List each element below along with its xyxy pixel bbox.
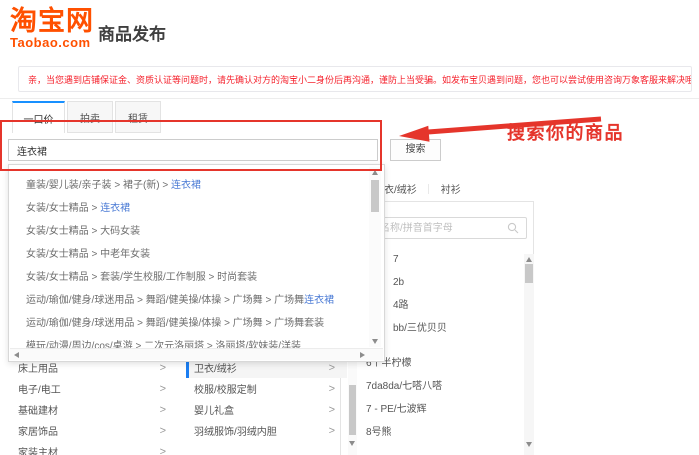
chevron-right-icon: > [329, 383, 335, 395]
brand-item[interactable]: bb/三优贝贝 [366, 317, 516, 340]
category-label: 基础建材 [18, 402, 58, 417]
sub-category-list: 卫衣/绒衫 > 校服/校服定制 > 婴儿礼盒 > 羽绒服饰/羽绒内胆 > [186, 357, 347, 441]
scrollbar-thumb[interactable] [349, 385, 356, 435]
root-category-list: 床上用品 > 电子/电工 > 基础建材 > 家居饰品 > 家装主材 > [18, 357, 175, 455]
root-category-item[interactable]: 家居饰品 > [18, 420, 175, 441]
brand-item[interactable]: 7 - PE/七波辉 [366, 398, 516, 421]
category-label: 羽绒服饰/羽绒内胆 [194, 423, 277, 438]
tab-拍卖[interactable]: 拍卖 [67, 101, 113, 133]
category-label: 家居饰品 [18, 423, 58, 438]
brand-item[interactable]: 8号熊 [366, 421, 516, 444]
tab-label: 租赁 [128, 110, 148, 125]
recent-category-link[interactable]: 衬衫 [441, 185, 461, 196]
scroll-down-icon[interactable] [526, 442, 532, 447]
brand-item[interactable]: 6个半柠檬 [366, 352, 516, 375]
brand-scrollbar[interactable] [524, 254, 534, 455]
tab-label: 一口价 [24, 111, 54, 126]
tab-租赁[interactable]: 租赁 [115, 101, 161, 133]
taobao-logo-cn: 淘宝网 [10, 6, 94, 36]
root-category-item[interactable]: 电子/电工 > [18, 378, 175, 399]
suggestion-path: 模玩/动漫/周边/cos/桌游 > 二次元洛丽塔 > 洛丽塔/软妹装/洋装 [26, 341, 301, 348]
suggestion-item[interactable]: 运动/瑜伽/健身/球迷用品 > 舞蹈/健美操/体操 > 广场舞 > 广场舞连衣裙 [26, 289, 367, 312]
scrollbar-thumb[interactable] [525, 264, 533, 283]
chevron-right-icon: > [160, 362, 166, 374]
taobao-logo: 淘宝网 Taobao.com [10, 6, 94, 50]
root-category-item[interactable]: 家装主材 > [18, 441, 175, 455]
suggestion-item[interactable]: 女装/女士精品 > 连衣裙 [26, 197, 367, 220]
suggestion-item[interactable]: 童装/婴儿装/亲子装 > 裙子(新) > 连衣裙 [26, 174, 367, 197]
brand-item[interactable]: 2b [366, 271, 516, 294]
chevron-right-icon: > [329, 404, 335, 416]
category-label: 婴儿礼盒 [194, 402, 234, 417]
scrollbar-thumb[interactable] [371, 180, 379, 212]
chevron-right-icon: > [329, 425, 335, 437]
search-button[interactable]: 搜索 [390, 139, 441, 161]
scroll-up-icon[interactable] [526, 257, 532, 262]
chevron-right-icon: > [160, 446, 166, 455]
category-label: 校服/校服定制 [194, 381, 257, 396]
pricing-tabs: 一口价 拍卖 租赁 [12, 101, 163, 133]
brand-item[interactable]: 7 [366, 248, 516, 271]
suggestion-keyword: 连衣裙 [304, 295, 334, 306]
suggestion-path: 女装/女士精品 > 中老年女装 [26, 249, 150, 260]
suggestion-item[interactable]: 女装/女士精品 > 大码女装 [26, 220, 367, 243]
page: 淘宝网 Taobao.com 商品发布 亲，当您遇到店铺保证金、资质认证等问题时… [0, 0, 699, 455]
tab-label: 拍卖 [80, 110, 100, 125]
sub-category-item[interactable]: 羽绒服饰/羽绒内胆 > [186, 420, 347, 441]
suggestion-path: 运动/瑜伽/健身/球迷用品 > 舞蹈/健美操/体操 > 广场舞 > 广场舞套装 [26, 318, 324, 329]
recent-separator: ｜ [424, 185, 434, 196]
sub-category-item[interactable]: 校服/校服定制 > [186, 378, 347, 399]
chevron-right-icon: > [329, 362, 335, 374]
category-label: 家装主材 [18, 444, 58, 455]
divider [0, 98, 699, 99]
suggestion-path: 女装/女士精品 > [26, 203, 100, 214]
suggestion-path: 童装/婴儿装/亲子装 > 裙子(新) > [26, 180, 171, 191]
suggestion-item[interactable]: 女装/女士精品 > 中老年女装 [26, 243, 367, 266]
brand-item[interactable]: 4路 [366, 294, 516, 317]
category-label: 卫衣/绒衫 [194, 360, 237, 375]
scroll-left-icon[interactable] [14, 352, 19, 358]
chevron-right-icon: > [160, 404, 166, 416]
suggestion-path: 运动/瑜伽/健身/球迷用品 > 舞蹈/健美操/体操 > 广场舞 > 广场舞 [26, 295, 304, 306]
suggestion-list: 童装/婴儿装/亲子装 > 裙子(新) > 连衣裙女装/女士精品 > 连衣裙女装/… [9, 165, 367, 348]
category-label: 床上用品 [18, 360, 58, 375]
suggestion-keyword: 连衣裙 [100, 203, 130, 214]
suggestion-item[interactable]: 运动/瑜伽/健身/球迷用品 > 舞蹈/健美操/体操 > 广场舞 > 广场舞套装 [26, 312, 367, 335]
scroll-down-icon[interactable] [372, 339, 378, 344]
chevron-right-icon: > [160, 425, 166, 437]
page-title: 商品发布 [98, 20, 166, 45]
taobao-logo-en: Taobao.com [10, 36, 94, 50]
subcategory-scrollbar[interactable] [348, 357, 357, 455]
category-label: 电子/电工 [18, 381, 61, 396]
suggestion-item[interactable]: 女装/女士精品 > 套装/学生校服/工作制服 > 时尚套装 [26, 266, 367, 289]
security-notice-bar: 亲，当您遇到店铺保证金、资质认证等问题时，请先确认对方的淘宝小二身份后再沟通，谨… [18, 66, 692, 92]
suggestion-keyword: 连衣裙 [171, 180, 201, 191]
suggestion-item[interactable]: 模玩/动漫/周边/cos/桌游 > 二次元洛丽塔 > 洛丽塔/软妹装/洋装 [26, 335, 367, 348]
category-suggestion-dropdown: 童装/婴儿装/亲子装 > 裙子(新) > 连衣裙女装/女士精品 > 连衣裙女装/… [8, 164, 385, 362]
scroll-up-icon[interactable] [372, 170, 378, 175]
recent-categories: 卫衣/绒衫｜衬衫 [374, 181, 461, 196]
scroll-down-icon[interactable] [349, 441, 355, 446]
sub-category-item[interactable]: 婴儿礼盒 > [186, 399, 347, 420]
tab-一口价[interactable]: 一口价 [12, 101, 65, 133]
search-icon [507, 222, 519, 234]
suggestion-path: 女装/女士精品 > 大码女装 [26, 226, 140, 237]
dropdown-scrollbar-vertical[interactable] [369, 167, 381, 347]
suggestion-path: 女装/女士精品 > 套装/学生校服/工作制服 > 时尚套装 [26, 272, 257, 283]
security-notice-text: 亲，当您遇到店铺保证金、资质认证等问题时，请先确认对方的淘宝小二身份后再沟通，谨… [28, 73, 692, 86]
dropdown-scrollbar-horizontal[interactable] [10, 348, 383, 360]
root-category-item[interactable]: 基础建材 > [18, 399, 175, 420]
brand-list: 72b4路bb/三优贝贝 6个半柠檬7da8da/七嗒八嗒7 - PE/七波辉8号… [366, 248, 516, 444]
product-search-input[interactable] [8, 139, 378, 161]
scroll-right-icon[interactable] [360, 352, 365, 358]
brand-item[interactable]: 7da8da/七嗒八嗒 [366, 375, 516, 398]
chevron-right-icon: > [160, 383, 166, 395]
annotation-label: 搜索你的商品 [507, 119, 624, 145]
